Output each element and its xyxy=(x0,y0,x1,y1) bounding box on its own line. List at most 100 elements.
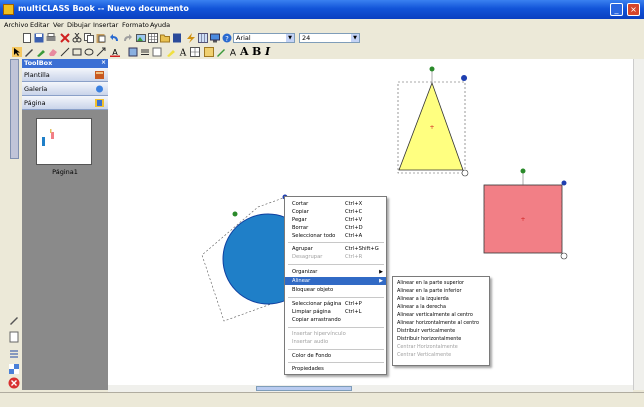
picture-frame-icon[interactable] xyxy=(204,47,214,57)
toolbox-section-plantilla[interactable]: Plantilla xyxy=(22,68,108,82)
delete-icon[interactable] xyxy=(60,33,70,43)
undo-icon[interactable] xyxy=(110,33,120,43)
menu-item-copiar-arrastrando[interactable]: Copiar arrastrando xyxy=(285,316,386,324)
align-submenu: Alinear en la parte superior Alinear en … xyxy=(392,276,490,366)
close-button[interactable]: × xyxy=(627,3,640,16)
select-pointer-icon[interactable] xyxy=(12,47,22,57)
bold-button[interactable]: B xyxy=(252,45,261,58)
paste-icon[interactable] xyxy=(96,33,106,43)
submenu-item[interactable]: Distribuir horizontalmente xyxy=(393,335,489,343)
submenu-item[interactable]: Centrar Horizontalmente xyxy=(393,343,489,351)
menu-archivo[interactable]: Archivo xyxy=(4,21,28,29)
vertical-scrollbar[interactable] xyxy=(633,59,644,390)
folder-icon[interactable] xyxy=(160,33,170,43)
menu-item-propiedades[interactable]: Propiedades xyxy=(285,365,386,373)
minimize-button[interactable]: _ xyxy=(610,3,623,16)
toolbox-section-galeria[interactable]: Galería xyxy=(22,82,108,96)
page-thumbnail[interactable] xyxy=(36,118,92,165)
menu-item-copiar[interactable]: Copiar Ctrl+C xyxy=(285,208,386,216)
grid-icon[interactable] xyxy=(198,33,208,43)
copy-icon[interactable] xyxy=(84,33,94,43)
collapse-bar[interactable] xyxy=(10,59,19,159)
page-tool-icon[interactable] xyxy=(8,331,20,343)
book-icon[interactable] xyxy=(172,33,182,43)
submenu-item[interactable]: Distribuir verticalmente xyxy=(393,327,489,335)
toolbox-header: ToolBox × xyxy=(22,59,108,68)
menu-separator xyxy=(288,264,384,265)
submenu-item[interactable]: Alinear en la parte superior xyxy=(393,279,489,287)
menu-ver[interactable]: Ver xyxy=(53,21,64,29)
help-icon[interactable]: ? xyxy=(222,33,232,43)
submenu-item[interactable]: Alinear verticalmente al centro xyxy=(393,311,489,319)
horizontal-scrollbar[interactable] xyxy=(108,385,633,392)
menu-item-desagrupar[interactable]: Desagrupar Ctrl+R xyxy=(285,253,386,261)
font-size-select[interactable]: 24 ▼ xyxy=(299,33,360,43)
line-style-icon[interactable] xyxy=(140,47,150,57)
chevron-down-icon[interactable]: ▼ xyxy=(351,34,359,42)
menu-item-limpiar-pagina[interactable]: Limpiar página Ctrl+L xyxy=(285,308,386,316)
close-icon[interactable]: × xyxy=(101,59,106,66)
submenu-item[interactable]: Centrar Verticalmente xyxy=(393,351,489,359)
submenu-item[interactable]: Alinear en la parte inferior xyxy=(393,287,489,295)
text-style-icon[interactable]: A xyxy=(228,47,238,58)
menu-formato[interactable]: Formato xyxy=(122,21,149,29)
line-icon[interactable] xyxy=(60,47,70,57)
menu-item-insertar-hipervinculo[interactable]: Insertar hipervínculo xyxy=(285,330,386,338)
screen-icon[interactable] xyxy=(210,33,220,43)
table-icon[interactable] xyxy=(148,33,158,43)
menu-item-insertar-audio[interactable]: Insertar audio xyxy=(285,338,386,346)
italic-button[interactable]: I xyxy=(265,45,270,58)
menu-item-pegar[interactable]: Pegar Ctrl+V xyxy=(285,216,386,224)
new-document-icon[interactable] xyxy=(22,33,32,43)
marker-icon[interactable] xyxy=(36,47,46,57)
fill-color-icon[interactable] xyxy=(128,47,138,57)
ellipse-icon[interactable] xyxy=(84,47,94,57)
menu-item-color-de-fondo[interactable]: Color de Fondo xyxy=(285,352,386,360)
arrow-line-icon[interactable] xyxy=(96,47,106,57)
menu-item-cortar[interactable]: Cortar Ctrl+X xyxy=(285,200,386,208)
menu-insertar[interactable]: Insertar xyxy=(93,21,118,29)
font-style-button[interactable]: A xyxy=(240,45,249,58)
pen-tool-icon[interactable] xyxy=(8,314,20,326)
highlighter-icon[interactable] xyxy=(166,47,176,57)
lightning-icon[interactable] xyxy=(186,33,196,43)
title-bar: multiCLASS Book -- Nuevo documento _ × xyxy=(0,0,644,19)
page-thumbnail-label: Página1 xyxy=(52,168,78,176)
eraser-icon[interactable] xyxy=(48,47,58,57)
list-tool-icon[interactable] xyxy=(8,348,20,360)
submenu-item[interactable]: Alinear a la derecha xyxy=(393,303,489,311)
submenu-item[interactable]: Alinear a la izquierda xyxy=(393,295,489,303)
text-color-icon[interactable]: A xyxy=(110,47,120,57)
chevron-down-icon[interactable]: ▼ xyxy=(286,34,294,42)
svg-text:A: A xyxy=(230,49,237,58)
scroll-thumb[interactable] xyxy=(256,386,352,391)
font-name-select[interactable]: Arial ▼ xyxy=(233,33,295,43)
table-tool-icon[interactable] xyxy=(190,47,200,57)
toolbox-section-pagina[interactable]: Página xyxy=(22,96,108,110)
menu-item-seleccionar-todo[interactable]: Seleccionar todo Ctrl+A xyxy=(285,232,386,240)
menu-ayuda[interactable]: Ayuda xyxy=(150,21,170,29)
cut-icon[interactable] xyxy=(72,33,82,43)
close-tool-icon[interactable] xyxy=(8,377,20,389)
triangle-shape[interactable]: + xyxy=(397,66,469,177)
menu-item-borrar[interactable]: Borrar Ctrl+D xyxy=(285,224,386,232)
redo-icon[interactable] xyxy=(122,33,132,43)
menu-item-organizar[interactable]: Organizar ▶ xyxy=(285,268,386,276)
menu-dibujar[interactable]: Dibujar xyxy=(67,21,91,29)
menu-editar[interactable]: Editar xyxy=(30,21,49,29)
rectangle-icon[interactable] xyxy=(72,47,82,57)
menu-item-alinear[interactable]: Alinear ▶ xyxy=(285,277,386,285)
save-icon[interactable] xyxy=(34,33,44,43)
checker-tool-icon[interactable] xyxy=(8,363,20,375)
submenu-item[interactable]: Alinear horizontalmente al centro xyxy=(393,319,489,327)
print-icon[interactable] xyxy=(46,33,56,43)
image-icon[interactable] xyxy=(136,33,146,43)
menu-item-seleccionar-pagina[interactable]: Seleccionar página Ctrl+P xyxy=(285,300,386,308)
square-shape[interactable]: + xyxy=(483,168,568,260)
menu-item-agrupar[interactable]: Agrupar Ctrl+Shift+G xyxy=(285,245,386,253)
text-tool-icon[interactable]: A xyxy=(178,47,188,58)
menu-item-bloquear-objeto[interactable]: Bloquear objeto xyxy=(285,286,386,294)
pencil-icon[interactable] xyxy=(216,47,226,57)
shape-icon[interactable] xyxy=(152,47,162,57)
pen-icon[interactable] xyxy=(24,47,34,57)
